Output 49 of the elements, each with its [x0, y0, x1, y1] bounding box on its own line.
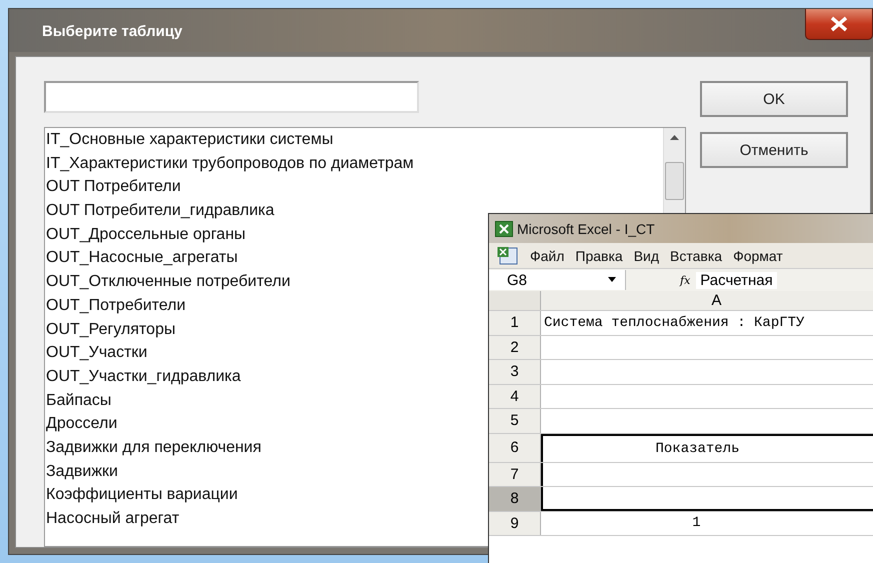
scroll-thumb[interactable] — [665, 162, 684, 200]
dialog-button[interactable]: OK — [700, 81, 848, 117]
row-header[interactable]: 4 — [489, 384, 541, 408]
list-item[interactable]: OUT_Регуляторы — [45, 318, 176, 342]
list-item[interactable]: IT_Характеристики трубопроводов по диаметрам — [45, 152, 414, 176]
table-cell-text: Система теплоснабжения : КарГТУ — [543, 314, 806, 333]
row-header[interactable]: 8 — [489, 487, 541, 510]
list-item[interactable]: OUT Потребители_гидравлика — [45, 199, 274, 223]
list-item[interactable]: IT_Основные характеристики системы — [45, 128, 334, 152]
row-header[interactable]: 9 — [489, 512, 541, 535]
dropdown-icon — [607, 277, 617, 283]
row-header[interactable]: 2 — [489, 336, 541, 359]
row-header[interactable]: 7 — [489, 462, 541, 486]
list-item[interactable]: OUT_Дроссельные органы — [45, 222, 246, 246]
row-header[interactable]: 3 — [489, 360, 541, 384]
column-header[interactable]: A — [541, 291, 873, 310]
list-item[interactable]: Насосный агрегат — [45, 507, 180, 531]
list-item[interactable]: Задвижки — [45, 460, 118, 484]
list-item[interactable]: Дроссели — [45, 412, 118, 436]
close-icon — [828, 16, 850, 32]
menu-item[interactable]: Формат — [733, 248, 783, 264]
menu-item[interactable]: Вставка — [670, 248, 722, 264]
workbook-icon[interactable] — [497, 246, 519, 266]
name-box[interactable]: G8 — [489, 270, 626, 290]
list-item[interactable]: Задвижки для переключения — [45, 436, 262, 460]
close-button[interactable] — [805, 9, 873, 40]
menu-item[interactable]: Вид — [634, 248, 660, 264]
list-item[interactable]: OUT_Насосные_агрегаты — [45, 246, 238, 270]
window-title: Выберите таблицу — [42, 23, 182, 40]
function-icon[interactable]: fx — [680, 274, 690, 286]
table-cell: Показатель — [541, 434, 873, 462]
table-cell-text: 1 — [691, 514, 702, 534]
row-header[interactable]: 5 — [489, 409, 541, 432]
formula-field[interactable]: Расчетная — [696, 272, 777, 288]
list-item[interactable]: Байпасы — [45, 388, 112, 412]
list-item[interactable]: OUT Потребители — [45, 175, 181, 200]
menu-item[interactable]: Файл — [530, 248, 564, 264]
row-header[interactable]: 6 — [489, 434, 541, 462]
dialog-button[interactable]: Отменить — [700, 132, 848, 168]
list-item[interactable]: OUT_Участки — [45, 341, 148, 365]
window-title: Microsoft Excel - I_CT — [517, 220, 655, 236]
excel-icon — [495, 220, 513, 236]
list-item[interactable]: OUT_Отключенные потребители — [45, 270, 290, 294]
input-field[interactable] — [44, 81, 419, 113]
list-item[interactable]: OUT_Участки_гидравлика — [45, 364, 241, 389]
list-item[interactable]: OUT_Потребители — [45, 294, 186, 318]
menu-item[interactable]: Правка — [575, 248, 623, 264]
row-header[interactable]: 1 — [489, 311, 541, 334]
list-item[interactable]: Коэффициенты вариации — [45, 483, 238, 507]
